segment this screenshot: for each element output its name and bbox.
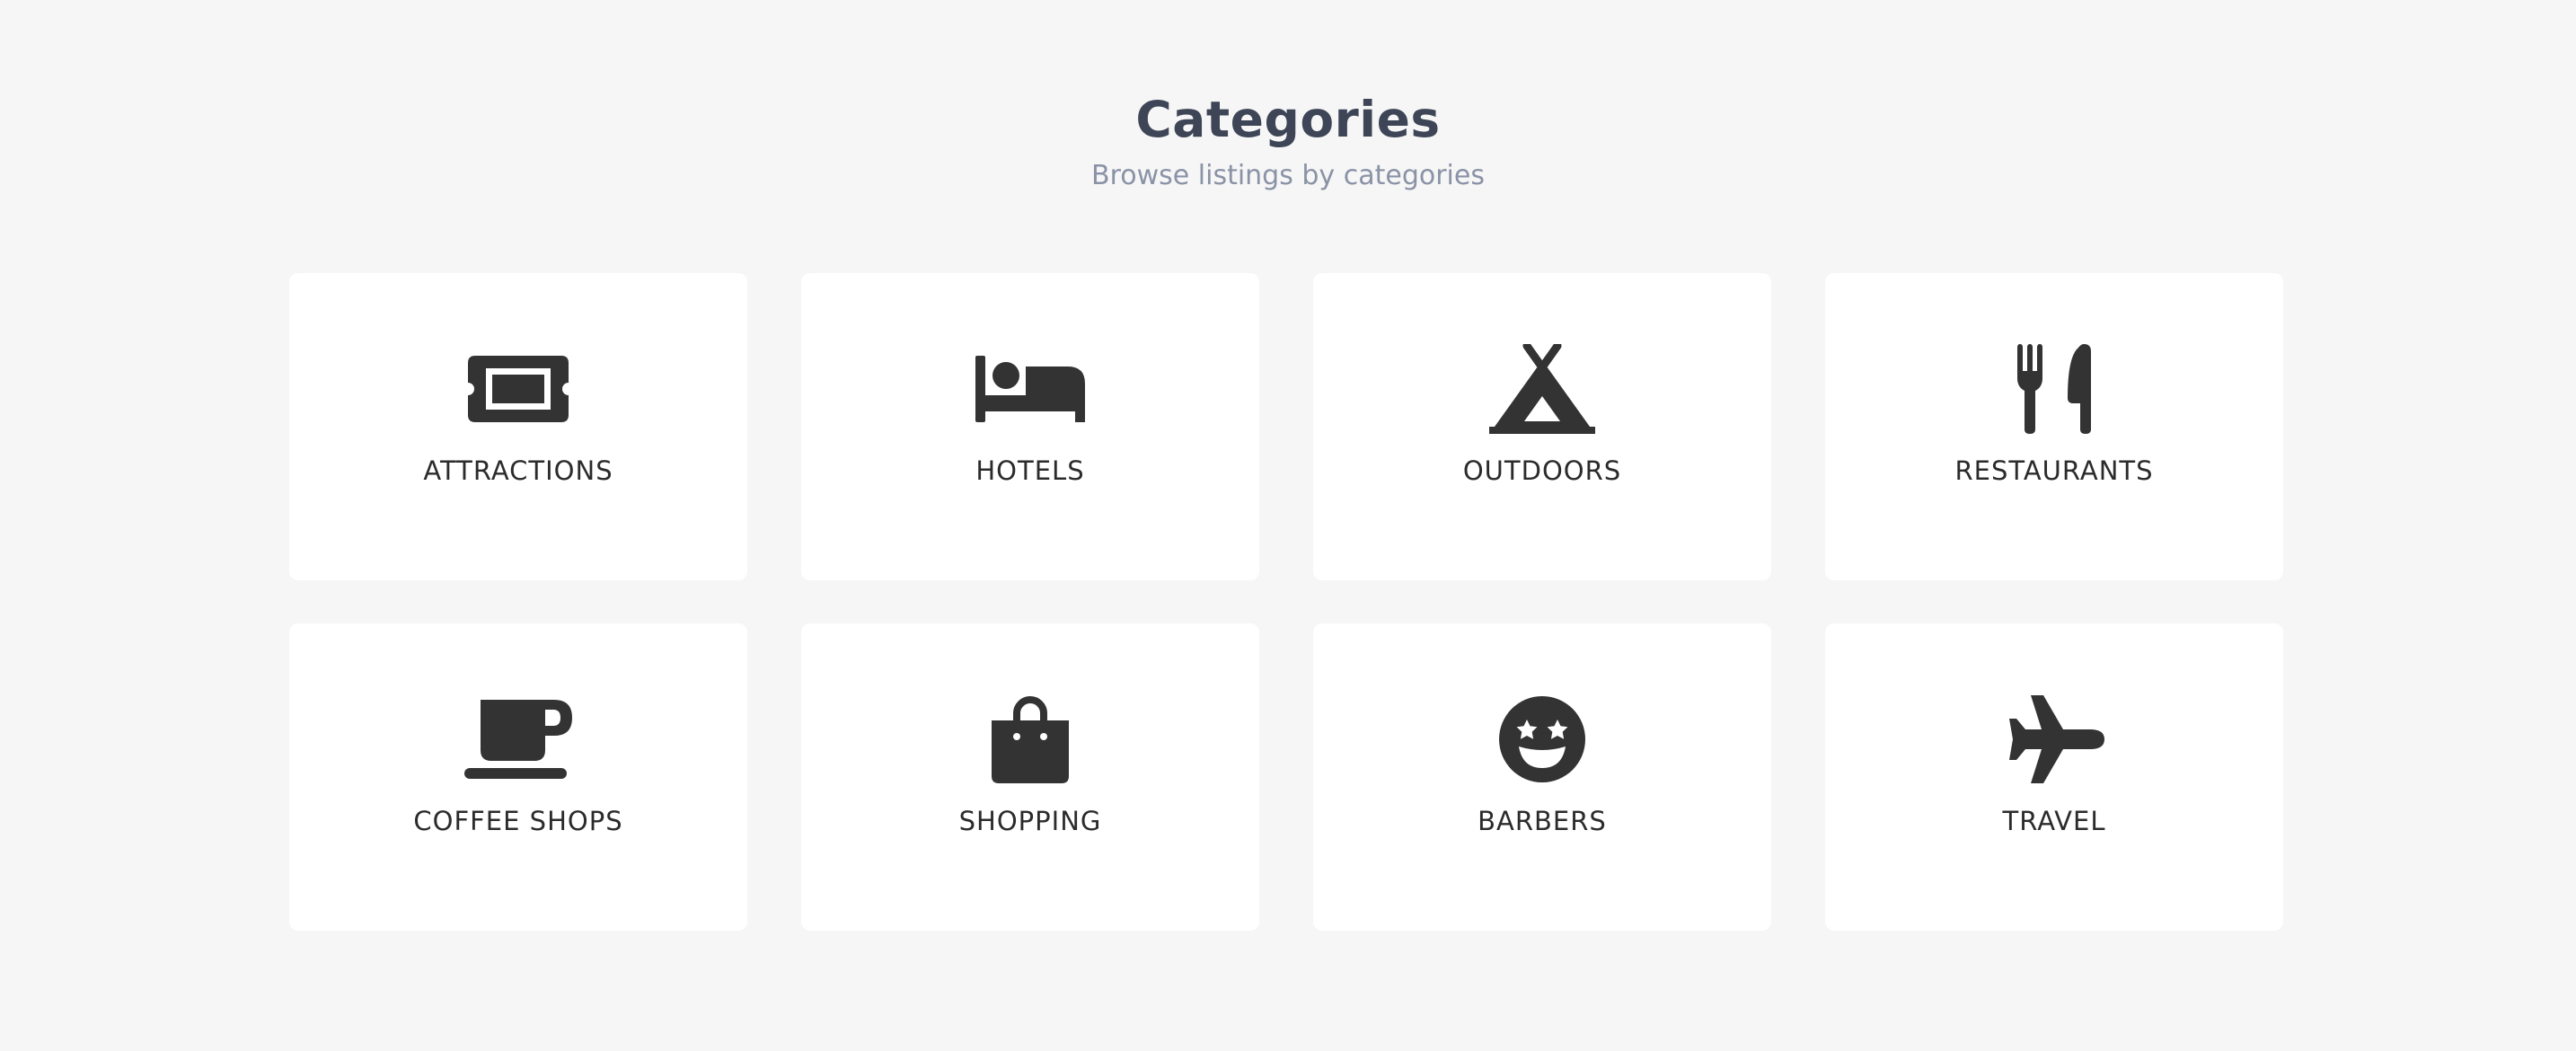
category-label: COFFEE SHOPS	[413, 806, 623, 836]
bed-icon	[972, 341, 1089, 437]
star-eyes-face-icon	[1484, 692, 1601, 787]
category-card-outdoors[interactable]: OUTDOORS	[1313, 273, 1771, 580]
category-card-hotels[interactable]: HOTELS	[801, 273, 1259, 580]
category-card-coffee-shops[interactable]: COFFEE SHOPS	[289, 623, 747, 931]
coffee-cup-icon	[460, 692, 577, 787]
category-label: OUTDOORS	[1462, 455, 1622, 486]
page-subtitle: Browse listings by categories	[1091, 160, 1485, 191]
category-label: RESTAURANTS	[1954, 455, 2154, 486]
tent-icon	[1484, 341, 1601, 437]
shopping-bag-icon	[972, 692, 1089, 787]
ticket-icon	[460, 341, 577, 437]
category-label: TRAVEL	[2002, 806, 2106, 836]
category-card-travel[interactable]: TRAVEL	[1825, 623, 2283, 931]
category-label: HOTELS	[975, 455, 1085, 486]
category-card-shopping[interactable]: SHOPPING	[801, 623, 1259, 931]
categories-page: Categories Browse listings by categories…	[0, 0, 2576, 1051]
category-card-attractions[interactable]: ATTRACTIONS	[289, 273, 747, 580]
category-card-barbers[interactable]: BARBERS	[1313, 623, 1771, 931]
page-title: Categories	[1135, 91, 1441, 148]
category-label: ATTRACTIONS	[423, 455, 613, 486]
category-card-restaurants[interactable]: RESTAURANTS	[1825, 273, 2283, 580]
category-grid: ATTRACTIONS HOTELS OUTDOORS RESTAURANTS …	[289, 273, 2285, 931]
airplane-icon	[1996, 692, 2113, 787]
category-label: BARBERS	[1478, 806, 1607, 836]
utensils-icon	[1996, 341, 2113, 437]
category-label: SHOPPING	[958, 806, 1102, 836]
section-header: Categories Browse listings by categories	[0, 86, 2576, 194]
